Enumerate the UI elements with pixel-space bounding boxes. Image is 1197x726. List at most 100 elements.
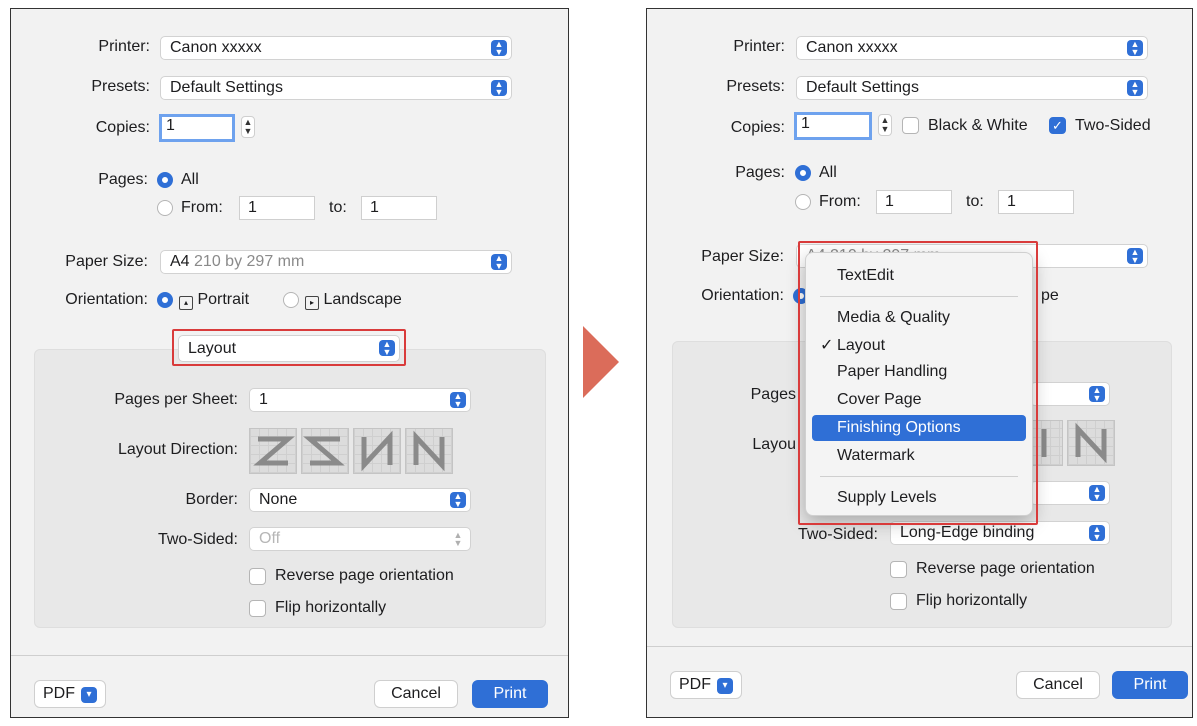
landscape-label: Landscape [323, 291, 402, 308]
border-value: None [259, 491, 298, 508]
chevron-updown-icon: ▲ ▼ [1127, 40, 1143, 57]
from-label: From: [181, 199, 223, 216]
two-sided-popup: Off ▲ ▼ [249, 527, 471, 551]
presets-label: Presets: [726, 78, 785, 95]
layout-n-icon[interactable] [1067, 420, 1115, 466]
chevron-updown-icon: ▲ ▼ [450, 492, 466, 509]
landscape-option: ▸ Landscape [305, 291, 402, 310]
copies-field[interactable]: 1 [794, 112, 872, 140]
layout-direction-options [1031, 420, 1115, 466]
chevron-updown-icon: ▲ ▼ [1089, 386, 1105, 403]
paper-size-label: Paper Size: [65, 253, 148, 270]
print-button[interactable]: Print [472, 680, 548, 708]
copies-field[interactable]: 1 [159, 114, 235, 142]
chevron-updown-icon: ▲ ▼ [453, 530, 463, 548]
printer-label: Printer: [98, 38, 150, 55]
from-field[interactable]: 1 [239, 196, 315, 220]
cancel-button[interactable]: Cancel [374, 680, 458, 708]
highlight-section-popup [172, 329, 406, 366]
pages-all-radio[interactable] [795, 165, 811, 181]
reverse-orientation-checkbox[interactable] [890, 561, 907, 578]
layout-z-icon[interactable] [249, 428, 297, 474]
border-popup[interactable]: None ▲ ▼ [249, 488, 471, 512]
pages-label: Pages: [735, 164, 785, 181]
from-label: From: [819, 193, 861, 210]
presets-popup[interactable]: Default Settings ▲ ▼ [796, 76, 1148, 100]
reverse-orientation-checkbox[interactable] [249, 568, 266, 585]
landscape-label: pe [1041, 287, 1059, 304]
flip-horizontally-label: Flip horizontally [916, 592, 1028, 609]
print-button[interactable]: Print [1112, 671, 1188, 699]
layout-direction-label: Layout Direction: [117, 441, 238, 458]
orientation-label: Orientation: [701, 287, 784, 304]
pages-all-label: All [181, 171, 199, 188]
pages-all-radio[interactable] [157, 172, 173, 188]
two-sided-value: Long-Edge binding [900, 524, 1035, 541]
chevron-updown-icon: ▲ ▼ [450, 392, 466, 409]
flip-horizontally-checkbox[interactable] [249, 600, 266, 617]
two-sided-checkbox[interactable]: ✓ [1049, 117, 1066, 134]
presets-popup[interactable]: Default Settings ▲ ▼ [160, 76, 512, 100]
cancel-button[interactable]: Cancel [1016, 671, 1100, 699]
landscape-radio[interactable] [283, 292, 299, 308]
layout-reverse-z-icon[interactable] [301, 428, 349, 474]
reverse-orientation-label: Reverse page orientation [916, 560, 1095, 577]
pages-per-sheet-popup[interactable]: ▲ ▼ [1030, 382, 1110, 406]
from-field[interactable]: 1 [876, 190, 952, 214]
chevron-updown-icon: ▲ ▼ [491, 80, 507, 97]
to-field[interactable]: 1 [998, 190, 1074, 214]
printer-popup[interactable]: Canon xxxxx ▲ ▼ [160, 36, 512, 60]
pdf-button[interactable]: PDF ▾ [670, 671, 742, 699]
footer-divider [647, 646, 1192, 647]
chevron-down-icon: ▾ [81, 687, 97, 703]
two-sided-label: Two-Sided: [157, 531, 238, 548]
printer-value: Canon xxxxx [170, 39, 262, 56]
two-sided-label: Two-Sided: [797, 526, 878, 543]
to-field[interactable]: 1 [361, 196, 437, 220]
flip-horizontally-label: Flip horizontally [275, 599, 387, 616]
pdf-button[interactable]: PDF ▾ [34, 680, 106, 708]
layout-direction-label: Layou [752, 436, 796, 453]
orientation-label: Orientation: [65, 291, 148, 308]
highlight-dropdown-menu [798, 241, 1038, 525]
two-sided-check-label: Two-Sided [1075, 117, 1151, 134]
chevron-updown-icon: ▲ ▼ [491, 254, 507, 271]
chevron-updown-icon: ▲ ▼ [1127, 248, 1143, 265]
presets-value: Default Settings [170, 79, 283, 96]
layout-direction-options [249, 428, 453, 474]
flip-horizontally-checkbox[interactable] [890, 593, 907, 610]
chevron-updown-icon: ▲ ▼ [1089, 525, 1105, 542]
pages-per-sheet-value: 1 [259, 391, 268, 408]
pages-per-sheet-label: Pages [750, 386, 796, 403]
printer-label: Printer: [733, 38, 785, 55]
chevron-updown-icon: ▲ ▼ [1127, 80, 1143, 97]
copies-label: Copies: [730, 119, 785, 136]
presets-label: Presets: [91, 78, 150, 95]
printer-popup[interactable]: Canon xxxxx ▲ ▼ [796, 36, 1148, 60]
copies-stepper[interactable]: ▲ ▼ [241, 116, 255, 138]
printer-value: Canon xxxxx [806, 39, 898, 56]
layout-n-icon[interactable] [405, 428, 453, 474]
two-sided-value: Off [259, 530, 281, 547]
landscape-icon: ▸ [305, 296, 319, 310]
pages-per-sheet-popup[interactable]: 1 ▲ ▼ [249, 388, 471, 412]
copies-label: Copies: [95, 119, 150, 136]
pages-label: Pages: [98, 171, 148, 188]
pages-from-radio[interactable] [157, 200, 173, 216]
black-white-checkbox[interactable] [902, 117, 919, 134]
border-popup[interactable]: ▲ ▼ [1030, 481, 1110, 505]
paper-size-detail: 210 by 297 mm [194, 253, 305, 270]
chevron-updown-icon: ▲ ▼ [1089, 485, 1105, 502]
copies-stepper[interactable]: ▲ ▼ [878, 114, 892, 136]
footer-divider [11, 655, 568, 656]
transition-arrow-icon [583, 326, 619, 398]
pages-from-radio[interactable] [795, 194, 811, 210]
pdf-label: PDF [679, 676, 711, 693]
portrait-radio[interactable] [157, 292, 173, 308]
chevron-updown-icon: ▲ ▼ [491, 40, 507, 57]
paper-size-popup[interactable]: A4 210 by 297 mm ▲▼ [160, 250, 512, 274]
layout-reverse-n-icon[interactable] [353, 428, 401, 474]
paper-size-label: Paper Size: [701, 248, 784, 265]
paper-size-value: A4 [170, 253, 190, 270]
pdf-label: PDF [43, 685, 75, 702]
